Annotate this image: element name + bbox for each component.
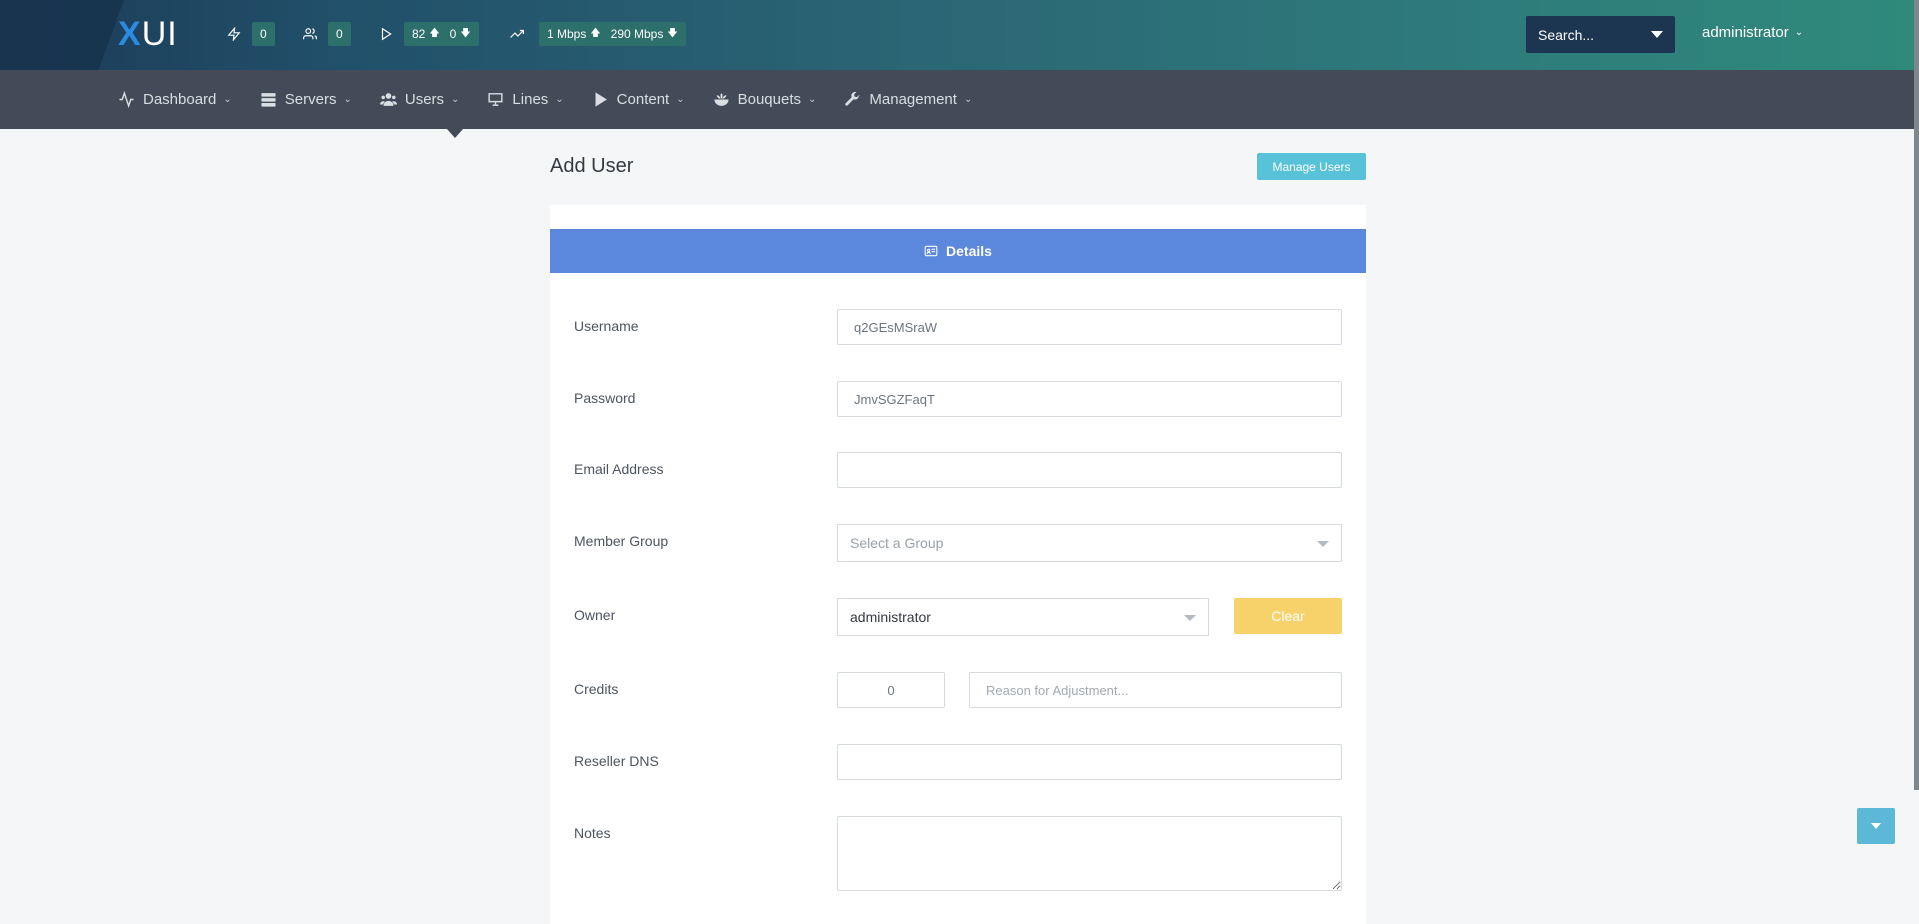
chevron-down-icon: ⌄ bbox=[223, 94, 232, 105]
server-icon bbox=[261, 93, 276, 107]
user-menu[interactable]: administrator ⌄ bbox=[1702, 24, 1803, 41]
lightning-icon bbox=[226, 26, 242, 42]
bouquet-icon bbox=[714, 93, 729, 106]
reseller-dns-label: Reseller DNS bbox=[574, 753, 659, 769]
user-name: administrator bbox=[1702, 24, 1789, 41]
nav-item-management[interactable]: Management ⌄ bbox=[844, 91, 972, 108]
credits-label: Credits bbox=[574, 681, 619, 697]
owner-label: Owner bbox=[574, 607, 616, 623]
bandwidth-up: 1 Mbps bbox=[547, 27, 587, 41]
page-title: Add User bbox=[550, 155, 634, 177]
monitor-icon bbox=[488, 93, 504, 106]
arrow-up-icon: 🡅 bbox=[590, 27, 601, 39]
nav-item-content[interactable]: Content ⌄ bbox=[592, 91, 685, 108]
chevron-down-icon: ⌄ bbox=[1794, 27, 1804, 38]
activity-icon bbox=[119, 91, 134, 108]
bandwidth-down: 290 Mbps bbox=[610, 27, 664, 41]
nav-label-bouquets: Bouquets bbox=[737, 91, 801, 108]
credits-input[interactable] bbox=[837, 672, 945, 708]
vertical-scrollbar[interactable] bbox=[1914, 0, 1919, 790]
member-group-placeholder: Select a Group bbox=[850, 535, 944, 551]
email-label: Email Address bbox=[574, 461, 664, 477]
search-placeholder: Search... bbox=[1538, 26, 1595, 43]
connections-count: 0 bbox=[252, 22, 275, 46]
play-icon bbox=[595, 92, 607, 107]
arrow-down-icon: 🡇 bbox=[667, 27, 678, 39]
notes-label: Notes bbox=[574, 825, 611, 841]
nav-item-bouquets[interactable]: Bouquets ⌄ bbox=[713, 91, 817, 108]
owner-value: administrator bbox=[850, 609, 931, 625]
chevron-down-icon: ⌄ bbox=[343, 94, 352, 105]
id-card-icon bbox=[924, 245, 938, 257]
play-icon bbox=[378, 26, 394, 42]
clear-owner-button[interactable]: Clear bbox=[1234, 598, 1342, 634]
credits-reason-input[interactable] bbox=[969, 672, 1342, 708]
nav-label-servers: Servers bbox=[284, 91, 337, 108]
stat-bandwidth[interactable]: 1 Mbps 🡅 290 Mbps 🡇 bbox=[509, 22, 686, 46]
nav-label-users: Users bbox=[404, 91, 445, 108]
trending-up-icon bbox=[509, 26, 525, 42]
top-bar: XUI 0 0 82 🡅 0 🡇 1 Mbps 🡅 290 Mbps 🡇 Sear bbox=[0, 0, 1919, 70]
logo-ui: UI bbox=[141, 15, 178, 53]
arrow-up-icon: 🡅 bbox=[429, 27, 440, 39]
logo[interactable]: XUI bbox=[118, 14, 178, 54]
caret-down-icon bbox=[1651, 31, 1663, 38]
password-input[interactable] bbox=[837, 381, 1342, 417]
nav-label-management: Management bbox=[869, 91, 957, 108]
nav-item-dashboard[interactable]: Dashboard ⌄ bbox=[118, 91, 232, 108]
nav-item-users[interactable]: Users ⌄ bbox=[379, 91, 460, 108]
chevron-down-icon: ⌄ bbox=[676, 94, 685, 105]
users-icon bbox=[379, 93, 397, 106]
caret-down-icon bbox=[1317, 541, 1329, 547]
bandwidth-box: 1 Mbps 🡅 290 Mbps 🡇 bbox=[539, 22, 686, 46]
caret-down-icon bbox=[1184, 615, 1196, 621]
nav-label-content: Content bbox=[616, 91, 670, 108]
manage-users-button[interactable]: Manage Users bbox=[1257, 153, 1366, 180]
stat-connections[interactable]: 0 bbox=[226, 22, 275, 46]
chevron-down-icon: ⌄ bbox=[963, 94, 973, 105]
notes-textarea[interactable] bbox=[837, 816, 1342, 891]
add-user-card: Details Username Password Email Address … bbox=[550, 205, 1366, 924]
username-input[interactable] bbox=[837, 309, 1342, 345]
chevron-down-icon: ⌄ bbox=[808, 94, 817, 105]
arrow-down-icon: 🡇 bbox=[460, 27, 471, 39]
users-count: 0 bbox=[328, 22, 351, 46]
scroll-down-button[interactable] bbox=[1857, 808, 1895, 844]
stat-users[interactable]: 0 bbox=[302, 22, 351, 46]
tab-details[interactable]: Details bbox=[550, 229, 1366, 273]
nav-label-dashboard: Dashboard bbox=[143, 91, 217, 108]
wrench-icon bbox=[845, 91, 860, 106]
member-group-select[interactable]: Select a Group bbox=[837, 524, 1342, 562]
reseller-dns-input[interactable] bbox=[837, 744, 1342, 780]
nav-item-servers[interactable]: Servers ⌄ bbox=[260, 91, 352, 108]
nav-label-lines: Lines bbox=[512, 91, 549, 108]
nav-item-lines[interactable]: Lines ⌄ bbox=[487, 91, 564, 108]
search-dropdown[interactable]: Search... bbox=[1526, 16, 1675, 53]
username-label: Username bbox=[574, 318, 639, 334]
tab-details-label: Details bbox=[946, 243, 992, 259]
streams-down: 0 bbox=[449, 27, 457, 41]
stat-streams[interactable]: 82 🡅 0 🡇 bbox=[378, 22, 479, 46]
chevron-down-icon: ⌄ bbox=[451, 94, 460, 105]
password-label: Password bbox=[574, 390, 636, 406]
logo-x: X bbox=[118, 15, 142, 53]
streams-box: 82 🡅 0 🡇 bbox=[404, 22, 479, 46]
caret-down-icon bbox=[1871, 823, 1881, 829]
owner-select[interactable]: administrator bbox=[837, 598, 1209, 636]
streams-up: 82 bbox=[412, 27, 426, 41]
users-icon bbox=[302, 26, 318, 42]
active-nav-pointer bbox=[447, 129, 463, 138]
email-input[interactable] bbox=[837, 452, 1342, 488]
chevron-down-icon: ⌄ bbox=[555, 94, 564, 105]
main-nav: Dashboard ⌄ Servers ⌄ Users ⌄ Lines ⌄ Co… bbox=[0, 70, 1919, 129]
member-group-label: Member Group bbox=[574, 533, 669, 549]
